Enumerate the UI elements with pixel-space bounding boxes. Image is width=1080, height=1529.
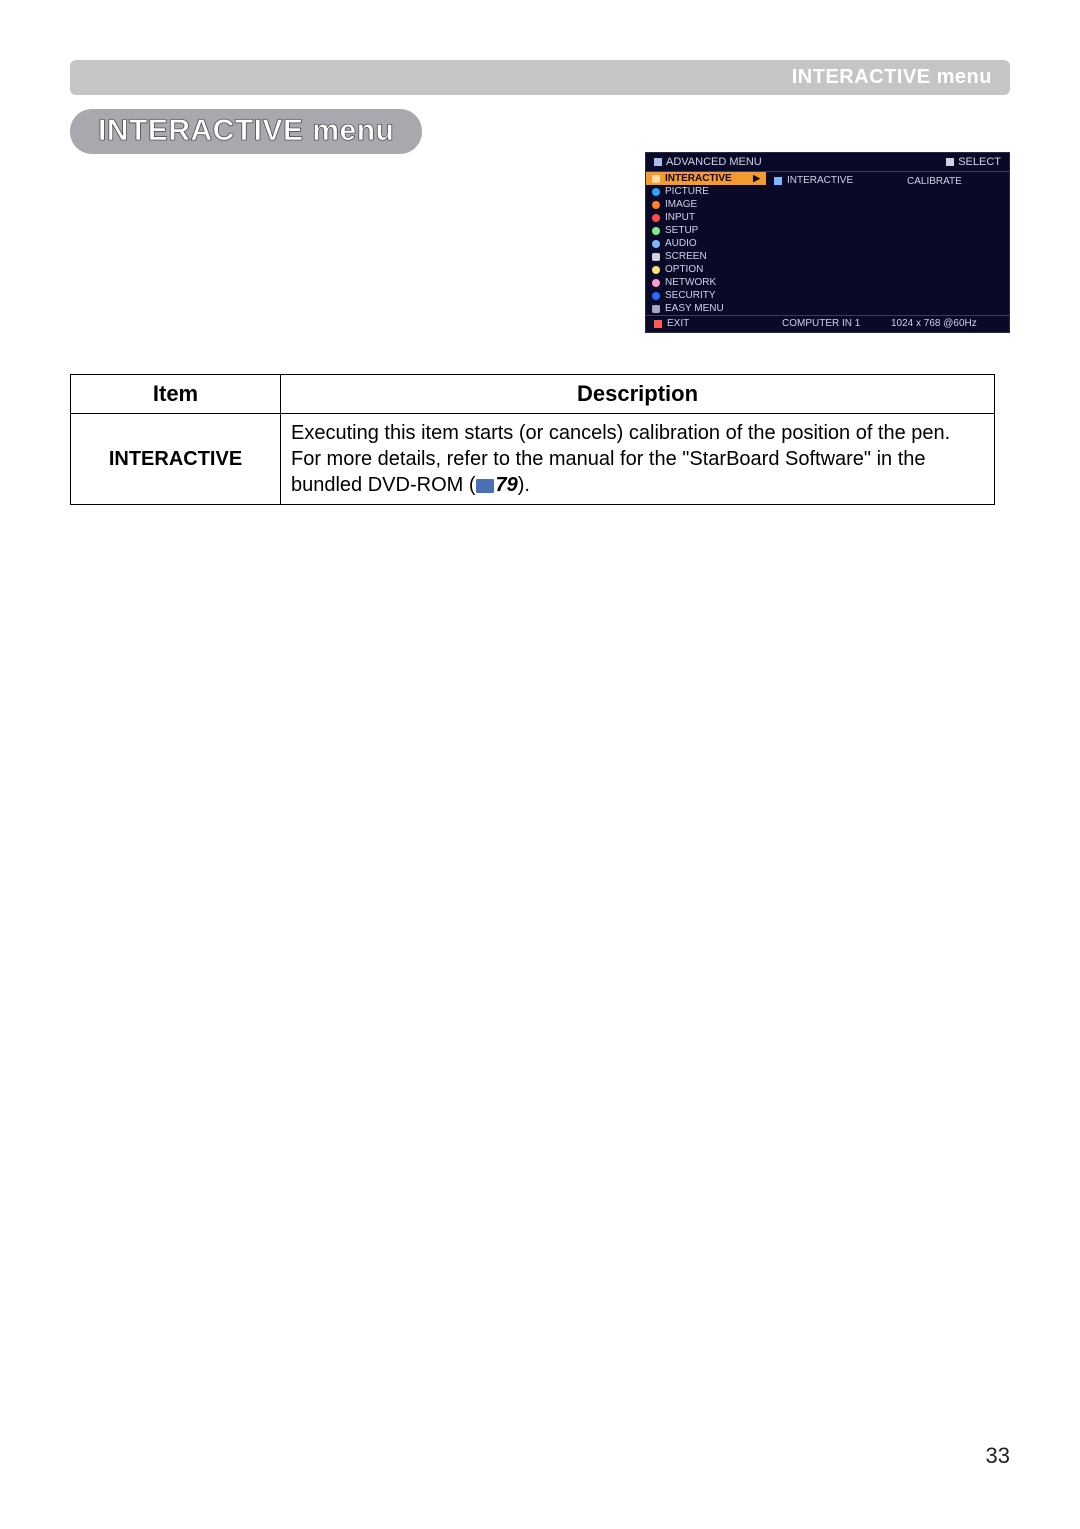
osd-item-easy-menu[interactable]: EASY MENU: [646, 302, 766, 315]
screen-icon: [652, 253, 660, 261]
osd-item-audio[interactable]: AUDIO: [646, 237, 766, 250]
osd-body: INTERACTIVE ▶ PICTURE IMAGE INPUT SETUP …: [646, 172, 1009, 315]
header-bar: INTERACTIVE menu: [70, 60, 1010, 95]
osd-item-option[interactable]: OPTION: [646, 263, 766, 276]
network-icon: [652, 279, 660, 287]
option-icon: [652, 266, 660, 274]
osd-mid-interactive[interactable]: INTERACTIVE: [774, 174, 891, 187]
osd-item-label: SETUP: [665, 225, 698, 236]
osd-advanced-menu-label: ADVANCED MENU: [666, 156, 762, 168]
interactive-icon: [652, 175, 660, 183]
osd-item-label: INTERACTIVE: [665, 173, 732, 184]
osd-item-setup[interactable]: SETUP: [646, 224, 766, 237]
osd-header: ADVANCED MENU SELECT: [646, 153, 1009, 172]
audio-icon: [652, 240, 660, 248]
image-icon: [652, 201, 660, 209]
select-icon: [946, 158, 954, 166]
osd-item-label: SCREEN: [665, 251, 707, 262]
osd-item-network[interactable]: NETWORK: [646, 276, 766, 289]
osd-menu-screenshot: ADVANCED MENU SELECT INTERACTIVE ▶ PICTU…: [645, 152, 1010, 333]
header-title: INTERACTIVE menu: [792, 66, 992, 88]
section-title-pill: INTERACTIVE menu: [70, 109, 422, 154]
table-header-item: Item: [71, 375, 281, 414]
shield-icon: [652, 292, 660, 300]
desc-ref-number: 79: [496, 474, 518, 496]
description-table: Item Description INTERACTIVE Executing t…: [70, 374, 995, 505]
row-description: Executing this item starts (or cancels) …: [281, 414, 995, 505]
osd-left-column: INTERACTIVE ▶ PICTURE IMAGE INPUT SETUP …: [646, 172, 766, 315]
osd-select-label: SELECT: [958, 156, 1001, 168]
osd-source-label: COMPUTER IN 1: [774, 318, 891, 329]
osd-item-label: OPTION: [665, 264, 703, 275]
osd-item-label: IMAGE: [665, 199, 697, 210]
table-header-row: Item Description: [71, 375, 995, 414]
osd-item-label: AUDIO: [665, 238, 697, 249]
page-number: 33: [986, 1443, 1010, 1469]
desc-line2-prefix: For more details, refer to the manual fo…: [291, 448, 926, 496]
osd-item-screen[interactable]: SCREEN: [646, 250, 766, 263]
osd-item-input[interactable]: INPUT: [646, 211, 766, 224]
osd-item-label: PICTURE: [665, 186, 709, 197]
osd-middle-column: INTERACTIVE: [766, 172, 899, 315]
desc-line2-suffix: ).: [518, 474, 530, 496]
section-title: INTERACTIVE menu: [98, 114, 394, 147]
osd-item-image[interactable]: IMAGE: [646, 198, 766, 211]
osd-right-calibrate[interactable]: CALIBRATE: [907, 174, 1001, 187]
picture-icon: [652, 188, 660, 196]
exit-icon: [654, 320, 662, 328]
osd-footer: EXIT COMPUTER IN 1 1024 x 768 @60Hz: [646, 315, 1009, 332]
osd-exit-label[interactable]: EXIT: [667, 318, 689, 329]
table-row: INTERACTIVE Executing this item starts (…: [71, 414, 995, 505]
osd-item-picture[interactable]: PICTURE: [646, 185, 766, 198]
osd-item-label: INPUT: [665, 212, 695, 223]
osd-right-column: CALIBRATE: [899, 172, 1009, 315]
osd-mid-label: INTERACTIVE: [787, 175, 853, 186]
interactive-sub-icon: [774, 177, 782, 185]
osd-item-label: SECURITY: [665, 290, 716, 301]
manual-reference-icon: [476, 479, 494, 493]
row-item-name: INTERACTIVE: [71, 414, 281, 505]
input-icon: [652, 214, 660, 222]
setup-icon: [652, 227, 660, 235]
chevron-right-icon: ▶: [753, 173, 760, 184]
table-header-description: Description: [281, 375, 995, 414]
menu-icon: [654, 158, 662, 166]
osd-item-security[interactable]: SECURITY: [646, 289, 766, 302]
desc-line1: Executing this item starts (or cancels) …: [291, 422, 950, 444]
osd-item-interactive[interactable]: INTERACTIVE ▶: [646, 172, 766, 185]
osd-resolution-label: 1024 x 768 @60Hz: [891, 318, 1001, 329]
osd-item-label: NETWORK: [665, 277, 716, 288]
easy-menu-icon: [652, 305, 660, 313]
osd-item-label: EASY MENU: [665, 303, 724, 314]
